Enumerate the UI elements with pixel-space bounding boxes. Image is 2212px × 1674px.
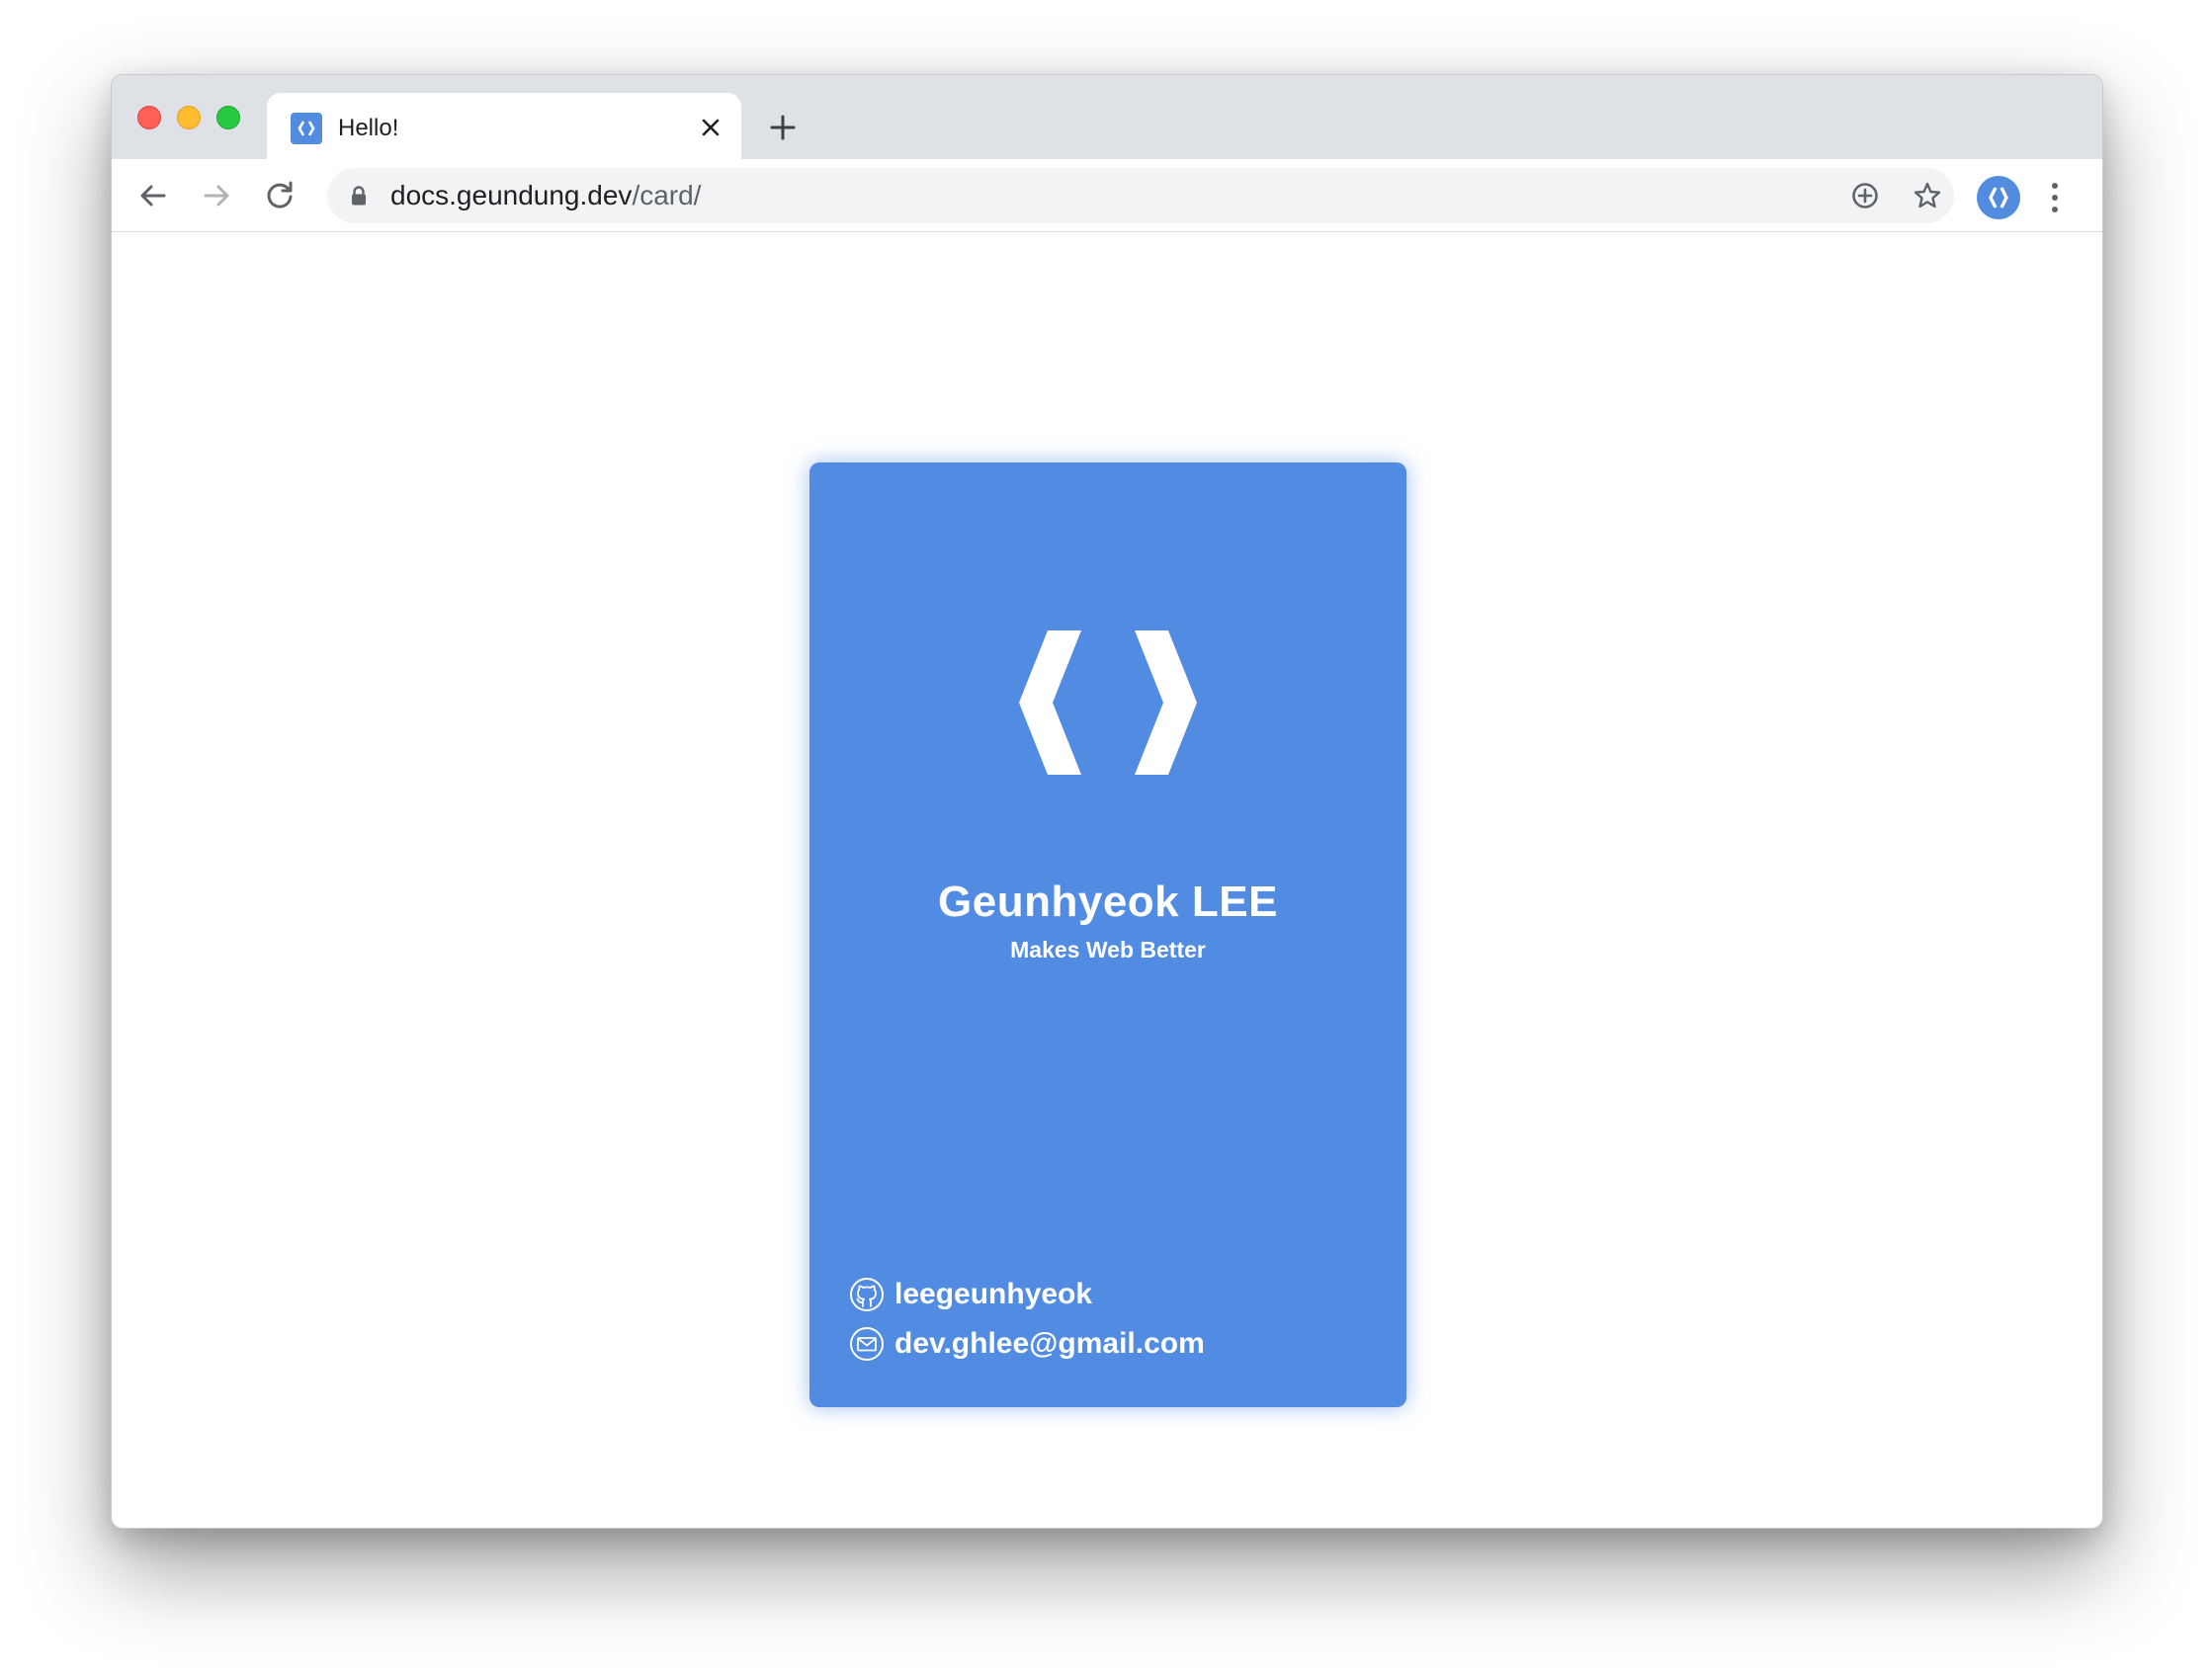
plus-circle-icon (1852, 183, 1878, 209)
install-app-button[interactable] (1849, 180, 1881, 211)
reload-button[interactable] (260, 176, 299, 215)
reload-icon (267, 181, 293, 209)
page-content: Geunhyeok LEE Makes Web Better leegeunhy… (112, 233, 2102, 1528)
close-icon[interactable] (698, 115, 723, 140)
business-card: Geunhyeok LEE Makes Web Better leegeunhy… (809, 462, 1406, 1407)
plus-icon (770, 115, 796, 140)
card-name: Geunhyeok LEE (938, 878, 1278, 926)
url-host: docs.geundung.dev (390, 180, 633, 210)
profile-avatar-button[interactable] (1977, 176, 2020, 219)
address-bar[interactable]: docs.geundung.dev/card/ (327, 168, 1954, 223)
code-brackets-icon (291, 113, 322, 144)
tab-title: Hello! (338, 115, 399, 141)
back-button[interactable] (133, 176, 173, 215)
browser-window: Hello! docs.geundung.dev/card/ Geunhyeok… (111, 74, 2103, 1529)
mail-icon (850, 1327, 884, 1361)
browser-toolbar: docs.geundung.dev/card/ (112, 159, 2102, 232)
code-brackets-icon (1019, 630, 1197, 775)
card-tagline: Makes Web Better (1010, 937, 1206, 963)
url-text[interactable]: docs.geundung.dev/card/ (390, 181, 701, 210)
email-address: dev.ghlee@gmail.com (894, 1327, 1205, 1360)
new-tab-button[interactable] (768, 113, 798, 142)
browser-menu-button[interactable] (2045, 180, 2065, 215)
tab-strip: Hello! (112, 75, 2102, 159)
code-brackets-icon (1989, 187, 2008, 209)
forward-button[interactable] (197, 176, 236, 215)
url-path: /card/ (632, 180, 702, 210)
github-link[interactable]: leegeunhyeok (849, 1275, 1092, 1314)
screenshot-stage: Hello! docs.geundung.dev/card/ Geunhyeok… (0, 0, 2212, 1674)
window-maximize-button[interactable] (216, 106, 240, 129)
lock-icon[interactable] (347, 184, 371, 208)
window-close-button[interactable] (137, 106, 161, 129)
email-link[interactable]: dev.ghlee@gmail.com (849, 1324, 1205, 1364)
bookmark-button[interactable] (1912, 180, 1943, 211)
github-icon (850, 1278, 884, 1311)
tab-hello[interactable]: Hello! (267, 93, 741, 159)
star-icon (1914, 182, 1941, 209)
arrow-left-icon (140, 185, 166, 207)
window-minimize-button[interactable] (177, 106, 201, 129)
arrow-right-icon (204, 185, 229, 207)
kebab-menu-icon (2052, 183, 2058, 212)
github-username: leegeunhyeok (894, 1278, 1093, 1310)
